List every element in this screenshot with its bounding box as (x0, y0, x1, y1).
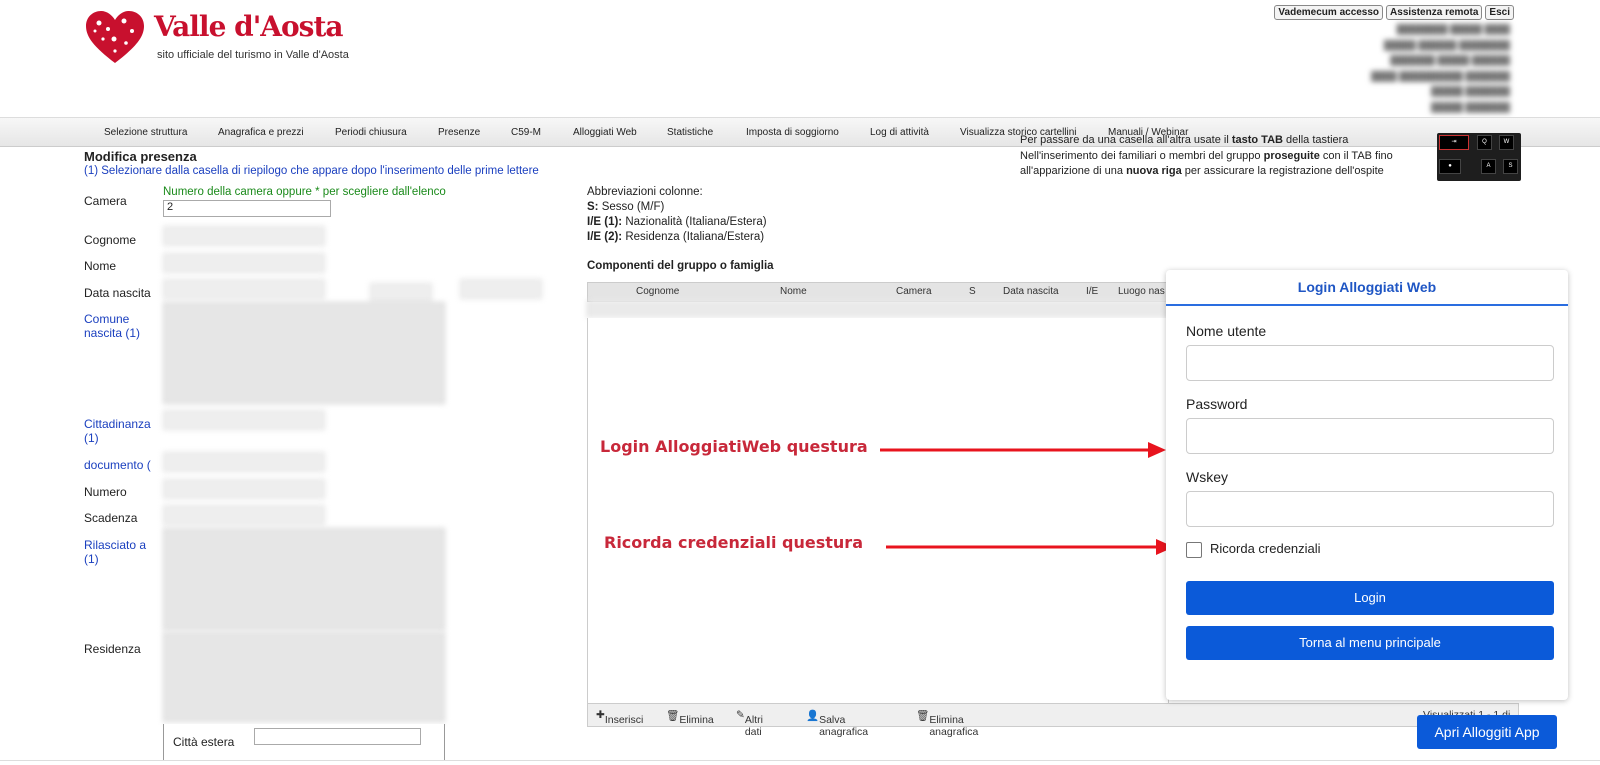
nav-periodi-chiusura[interactable]: Periodi chiusura (335, 127, 407, 138)
col-luogo-nascita[interactable]: Luogo nas (1118, 286, 1165, 297)
username-label: Nome utente (1186, 323, 1267, 339)
remember-checkbox[interactable] (1186, 542, 1202, 558)
data-nascita-label: Data nascita (84, 286, 151, 300)
scadenza-label: Scadenza (84, 511, 138, 525)
sesso-select[interactable] (460, 279, 542, 299)
citta-estera-label: Città estera (173, 735, 235, 749)
nome-label: Nome (84, 259, 117, 273)
col-ie[interactable]: I/E (1086, 286, 1098, 297)
data-nascita-input[interactable] (163, 279, 325, 299)
sesso-field[interactable] (370, 283, 432, 303)
residenza-label: Residenza (84, 642, 141, 656)
back-to-menu-button[interactable]: Torna al menu principale (1186, 626, 1554, 660)
annotation-remember: Ricorda credenziali questura (604, 533, 863, 552)
login-panel: Login Alloggiati Web Nome utente Passwor… (1166, 270, 1568, 700)
bottom-divider (0, 760, 1600, 761)
salva-anagrafica-button[interactable]: 👤 Salva anagrafica (806, 709, 868, 738)
comune-nascita-label: Comune nascita (1) (84, 312, 141, 340)
username-input[interactable] (1186, 345, 1554, 381)
rilasciato-label: Rilasciato a (1) (84, 538, 147, 566)
cittadinanza-input[interactable] (163, 410, 325, 430)
camera-label: Camera (84, 194, 127, 208)
citta-estera-row: Città estera (163, 724, 445, 761)
key-a: A (1481, 159, 1496, 174)
top-links: Vademecum accesso Assistenza remota Esci (1274, 5, 1514, 20)
nav-alloggiati-web[interactable]: Alloggiati Web (573, 127, 637, 138)
esci-link[interactable]: Esci (1485, 5, 1514, 20)
table-row[interactable] (587, 300, 1169, 318)
nav-log-attivita[interactable]: Log di attività (870, 127, 929, 138)
camera-input[interactable]: 2 (163, 200, 331, 217)
group-title: Componenti del gruppo o famiglia (587, 260, 774, 272)
citta-estera-input[interactable] (254, 728, 421, 745)
selection-note: (1) Selezionare dalla casella di riepilo… (84, 165, 539, 177)
numero-input[interactable] (163, 479, 325, 499)
user-info-blurred: ████████ █████ ████ █████ ██████ ███████… (1371, 24, 1510, 112)
tab-instructions: Per passare da una casella all'altra usa… (1020, 134, 1393, 177)
numero-label: Numero (84, 485, 127, 499)
assistenza-remota-link[interactable]: Assistenza remota (1386, 5, 1483, 20)
nome-input[interactable] (163, 253, 325, 273)
col-sesso[interactable]: S (969, 286, 976, 297)
arrow-login (880, 442, 1166, 458)
tab-key-icon: ⇥ (1439, 135, 1469, 150)
wskey-input[interactable] (1186, 491, 1554, 527)
altri-dati-button[interactable]: ✎ Altri dati (736, 709, 763, 738)
group-grid-footer: ✚ Inserisci 🗑 Elimina ✎ Altri dati 👤 Sal… (587, 703, 1519, 738)
brand-title: Valle d'Aosta (154, 10, 344, 43)
documento-label: documento ( (84, 458, 151, 472)
col-data-nascita[interactable]: Data nascita (1003, 286, 1059, 297)
open-app-button[interactable]: Apri Alloggiti App (1417, 715, 1557, 749)
nav-presenze[interactable]: Presenze (438, 127, 480, 138)
password-input[interactable] (1186, 418, 1554, 454)
keyboard-tab-image: ⇥ Q W ● A S (1437, 133, 1521, 181)
key-q: Q (1477, 135, 1492, 150)
cittadinanza-label: Cittadinanza (1) (84, 417, 151, 445)
group-grid-header: Cognome Nome Camera S Data nascita I/E L… (587, 282, 1169, 302)
key-s: S (1503, 159, 1518, 174)
login-panel-title: Login Alloggiati Web (1166, 270, 1568, 306)
brand-subtitle: sito ufficiale del turismo in Valle d'Ao… (157, 49, 349, 61)
col-cognome[interactable]: Cognome (636, 286, 679, 297)
col-camera[interactable]: Camera (896, 286, 932, 297)
col-nome[interactable]: Nome (780, 286, 807, 297)
residenza-box[interactable] (163, 632, 445, 722)
scadenza-input[interactable] (163, 505, 325, 525)
password-label: Password (1186, 396, 1248, 412)
nav-selezione-struttura[interactable]: Selezione struttura (104, 127, 187, 138)
documento-input[interactable] (163, 452, 325, 472)
remember-label: Ricorda credenziali (1210, 541, 1321, 556)
elimina-anagrafica-button[interactable]: 🗑 Elimina anagrafica (916, 709, 978, 738)
nav-c59m[interactable]: C59-M (511, 127, 541, 138)
inserisci-button[interactable]: ✚ Inserisci (596, 709, 643, 726)
nav-imposta-soggiorno[interactable]: Imposta di soggiorno (746, 127, 839, 138)
arrow-remember (886, 539, 1174, 555)
key-w: W (1499, 135, 1514, 150)
rilasciato-box[interactable] (163, 528, 445, 630)
section-title: Modifica presenza (84, 149, 197, 164)
comune-nascita-box[interactable] (163, 302, 445, 404)
nav-statistiche[interactable]: Statistiche (667, 127, 713, 138)
wskey-label: Wskey (1186, 469, 1228, 485)
camera-hint: Numero della camera oppure * per sceglie… (163, 186, 446, 198)
elimina-button[interactable]: 🗑 Elimina (666, 709, 714, 726)
group-grid-body (587, 318, 1169, 704)
login-button[interactable]: Login (1186, 581, 1554, 615)
column-abbreviations: Abbreviazioni colonne: S: Sesso (M/F) I/… (587, 186, 767, 243)
annotation-login: Login AlloggiatiWeb questura (600, 437, 868, 456)
valle-daosta-heart-logo (86, 11, 144, 63)
capslock-key-icon: ● (1439, 159, 1461, 174)
vademecum-link[interactable]: Vademecum accesso (1274, 5, 1384, 20)
nav-anagrafica-prezzi[interactable]: Anagrafica e prezzi (218, 127, 304, 138)
cognome-label: Cognome (84, 233, 137, 247)
cognome-input[interactable] (163, 226, 325, 246)
